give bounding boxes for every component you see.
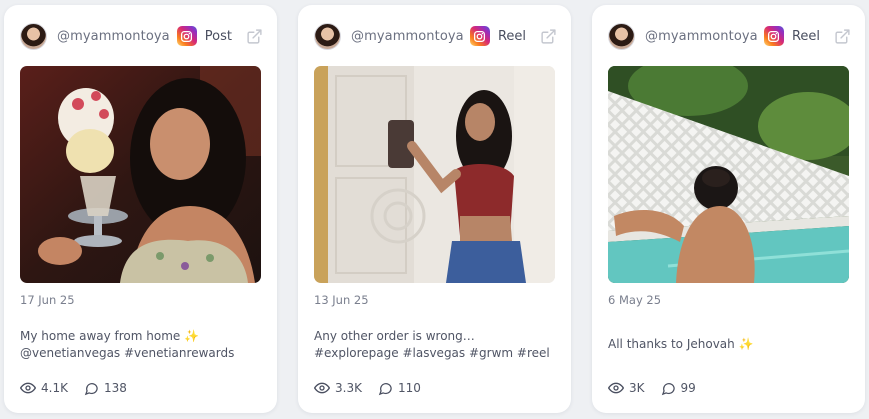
card-header: @myammontoya Reel — [314, 22, 557, 50]
post-type-label: Reel — [497, 28, 526, 44]
post-image[interactable] — [20, 66, 261, 283]
post-card[interactable]: @myammontoya Post 17 Jun 25 My home away… — [4, 5, 277, 413]
views-count: 4.1K — [41, 381, 68, 395]
comment-icon — [661, 382, 675, 395]
comments-stat: 110 — [378, 381, 421, 396]
post-caption: All thanks to Jehovah ✨ — [608, 337, 754, 351]
comment-icon — [84, 382, 98, 395]
post-date: 17 Jun 25 — [20, 293, 75, 307]
comment-icon — [378, 382, 392, 395]
eye-icon — [314, 382, 330, 394]
views-stat: 3K — [608, 380, 645, 396]
instagram-icon — [763, 26, 784, 46]
views-stat: 3.3K — [314, 380, 362, 396]
post-stats: 3.3K 110 — [314, 380, 437, 396]
post-stats: 3K 99 — [608, 380, 712, 396]
post-date: 6 May 25 — [608, 293, 662, 307]
comments-count: 99 — [680, 381, 696, 395]
avatar[interactable] — [608, 22, 635, 50]
external-link-icon[interactable] — [833, 27, 851, 45]
account-handle[interactable]: @myammontoya — [645, 29, 758, 44]
account-handle[interactable]: @myammontoya — [57, 29, 170, 44]
views-stat: 4.1K — [20, 380, 68, 396]
card-header: @myammontoya Reel — [608, 22, 851, 50]
card-header: @myammontoya Post — [20, 22, 263, 50]
post-image[interactable] — [608, 66, 849, 283]
views-count: 3.3K — [335, 381, 362, 395]
post-stats: 4.1K 138 — [20, 380, 143, 396]
avatar[interactable] — [20, 22, 47, 50]
eye-icon — [20, 382, 36, 394]
post-date: 13 Jun 25 — [314, 293, 369, 307]
post-card[interactable]: @myammontoya Reel 13 Jun 25 Any other or… — [298, 5, 571, 413]
post-card[interactable]: @myammontoya Reel 6 May 25 All thanks to… — [592, 5, 865, 413]
comments-count: 110 — [397, 381, 421, 395]
instagram-icon — [469, 26, 490, 46]
comments-stat: 138 — [84, 381, 127, 396]
post-type-label: Reel — [791, 28, 820, 44]
comments-count: 138 — [103, 381, 127, 395]
external-link-icon[interactable] — [245, 27, 263, 45]
post-caption: Any other order is wrong… #explorepage #… — [314, 329, 550, 360]
post-image[interactable] — [314, 66, 555, 283]
instagram-icon — [176, 26, 197, 46]
avatar[interactable] — [314, 22, 341, 50]
views-count: 3K — [629, 381, 645, 395]
eye-icon — [608, 382, 624, 394]
comments-stat: 99 — [661, 381, 696, 396]
post-caption: My home away from home ✨ @venetianvegas … — [20, 329, 235, 360]
post-type-label: Post — [204, 28, 232, 44]
account-handle[interactable]: @myammontoya — [351, 29, 464, 44]
external-link-icon[interactable] — [539, 27, 557, 45]
